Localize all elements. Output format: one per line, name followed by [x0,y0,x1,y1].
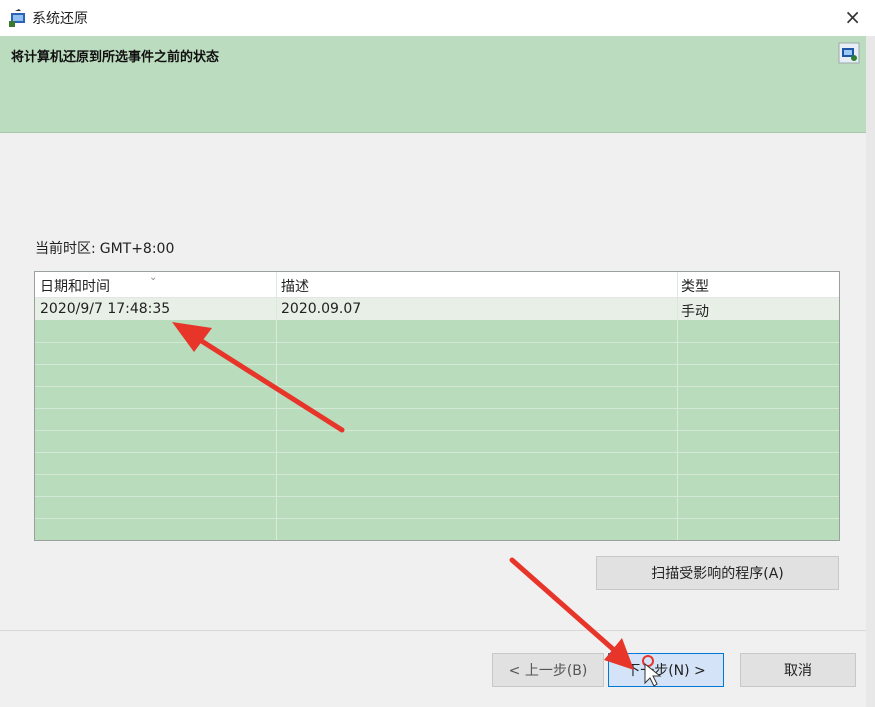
row-type: 手动 [681,304,709,320]
row-line [35,496,839,497]
row-line [35,518,839,519]
row-datetime: 2020/9/7 17:48:35 [40,301,171,317]
row-line [35,386,839,387]
timezone-value: GMT+8:00 [99,241,175,257]
timezone-caption: 当前时区: [35,241,96,257]
system-restore-icon [9,9,25,27]
row-description: 2020.09.07 [281,301,362,317]
column-header-datetime[interactable]: 日期和时间 [40,276,110,296]
window-edge [866,36,875,707]
row-line [35,452,839,453]
sort-chevron-icon: ⌄ [149,272,158,283]
cancel-button[interactable]: 取消 [740,653,856,687]
next-button[interactable]: 下一步(N) > [608,653,724,687]
row-line [35,474,839,475]
scan-affected-programs-button[interactable]: 扫描受影响的程序(A) [596,556,839,590]
table-row[interactable]: 2020/9/7 17:48:35 2020.09.07 手动 [35,298,839,320]
row-line [35,430,839,431]
content-area: 当前时区: GMT+8:00 日期和时间 ⌄ 描述 类型 2020/9/7 17:… [0,133,866,631]
restore-points-table[interactable]: 日期和时间 ⌄ 描述 类型 2020/9/7 17:48:35 2020.09.… [34,271,840,541]
back-button[interactable]: < 上一步(B) [492,653,604,687]
window-title: 系统还原 [32,11,88,27]
wizard-header: 将计算机还原到所选事件之前的状态 [0,36,866,133]
column-header-type[interactable]: 类型 [681,276,709,296]
close-icon[interactable]: × [844,5,861,29]
column-header-description[interactable]: 描述 [281,276,309,296]
column-divider [677,272,678,540]
column-divider [276,272,277,540]
row-line [35,408,839,409]
row-line [35,342,839,343]
timezone-label: 当前时区: GMT+8:00 [35,238,174,258]
table-header: 日期和时间 ⌄ 描述 类型 [35,272,839,298]
wizard-icon [838,42,860,64]
header-instruction: 将计算机还原到所选事件之前的状态 [11,50,220,65]
title-bar: 系统还原 × [0,0,875,36]
row-line [35,364,839,365]
